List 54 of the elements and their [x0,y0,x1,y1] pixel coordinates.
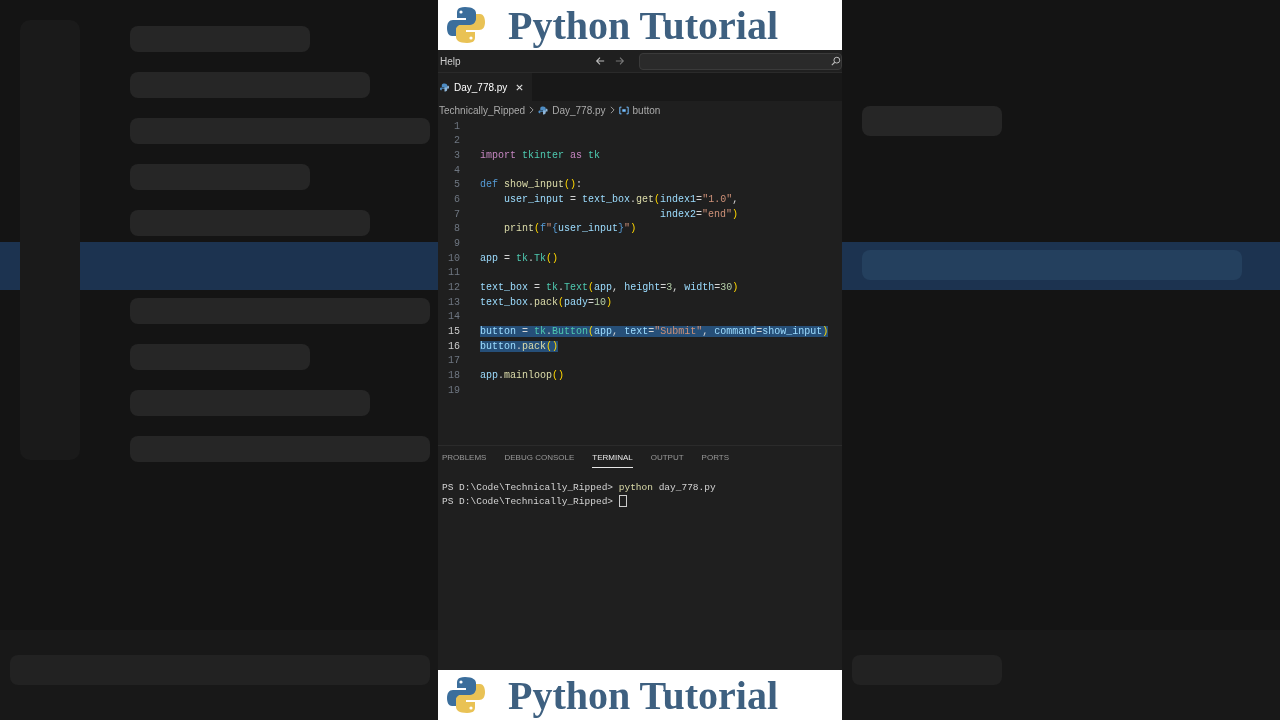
variable-icon [618,105,629,115]
banner-title: Python Tutorial [508,1,779,49]
menu-item[interactable]: Help [438,55,465,67]
editor-tab[interactable]: Day_778.py [438,73,533,101]
line-number: 12 [447,282,460,294]
terminal-line: PS D:\Code\Technically_Ripped> python day_778.py [442,482,716,494]
code-line: def show_input(): [480,179,583,191]
chevron-icon [529,106,535,114]
line-number: 17 [447,355,460,367]
forward-arrow-icon[interactable] [614,56,625,66]
line-number: 11 [447,267,460,279]
line-number: 1 [453,120,460,132]
line-number: 9 [453,238,460,250]
search-icon [831,56,841,66]
line-number: 13 [447,296,460,308]
panel-tab[interactable]: OUTPUT [650,453,684,467]
line-number: 8 [453,223,460,235]
code-line: text_box = tk.Text(app, height=3, width=30) [480,282,739,294]
back-arrow-icon[interactable] [594,56,605,66]
line-number: 7 [453,208,460,220]
line-number: 5 [453,179,460,191]
line-number: 19 [447,384,460,396]
terminal-line: PS D:\Code\Technically_Ripped> [442,495,615,507]
line-number: 3 [453,150,460,162]
line-number: 16 [447,340,460,352]
banner-title: Python Tutorial [508,671,779,719]
code-line: app.mainloop() [480,370,565,381]
file-icon [440,82,449,92]
code-line: print(f"{user_input}") [503,223,637,235]
breadcrumb-item[interactable]: Day_778.py [552,104,606,116]
breadcrumb-item[interactable]: button [632,104,661,116]
search-field[interactable] [638,52,842,70]
code-line: user_input = text_box.get(index1="1.0", [503,194,739,206]
line-number: 4 [453,164,460,176]
logo-icon [446,5,486,45]
code-line: import tkinter as tk [480,150,601,162]
file-icon [538,105,549,115]
panel-tab[interactable]: PORTS [701,453,730,467]
line-number: 10 [447,252,460,264]
panel-tab[interactable]: DEBUG CONSOLE [504,453,575,467]
code-line: text_box.pack(pady=10) [480,296,613,308]
breadcrumb-item[interactable]: Technically_Ripped [439,104,526,116]
line-number: 18 [447,370,460,381]
line-number: 14 [447,311,460,323]
code-line: app = tk.Tk() [480,252,559,264]
panel-tab[interactable]: TERMINAL [592,453,633,468]
line-number: 2 [453,135,460,147]
panel-tab[interactable]: PROBLEMS [442,453,487,467]
logo-icon [446,675,486,715]
close-icon[interactable] [515,82,525,92]
line-number: 6 [453,194,460,206]
chevron-icon [609,106,615,114]
code-line: index2="end") [659,208,739,220]
line-number: 15 [447,326,460,337]
